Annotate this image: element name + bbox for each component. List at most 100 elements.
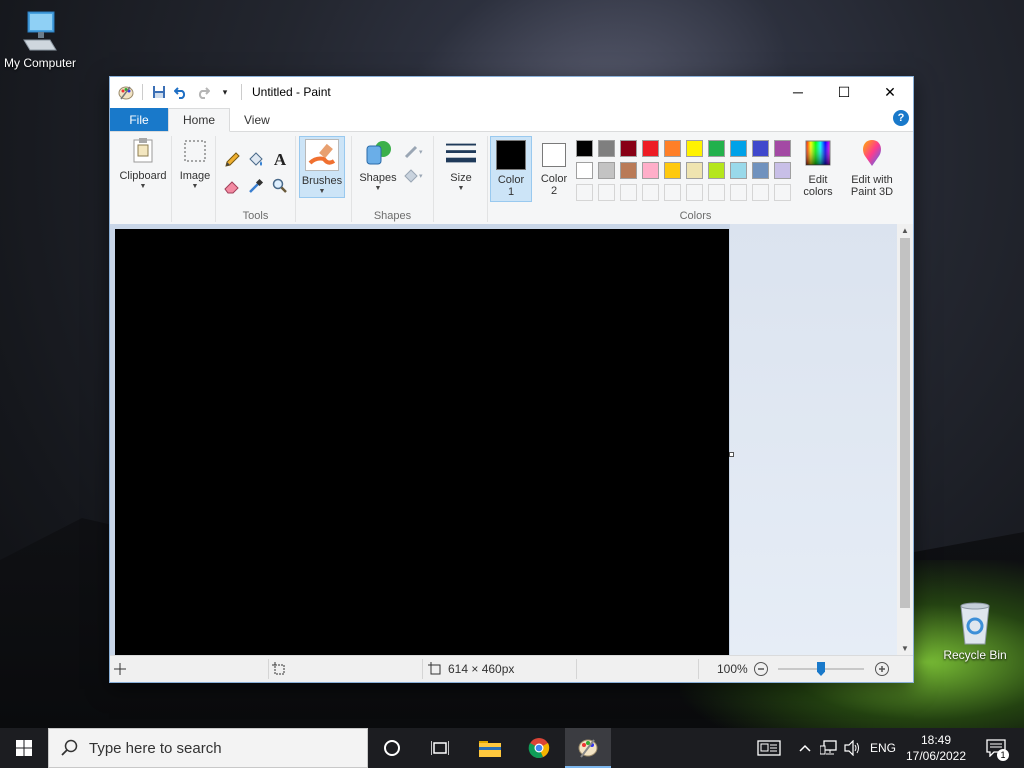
image-button[interactable]: Image ▼ <box>176 136 214 218</box>
status-divider <box>698 659 699 679</box>
size-label: Size <box>450 172 472 184</box>
tab-home[interactable]: Home <box>168 108 231 132</box>
desktop-icon-recycle-bin[interactable]: Recycle Bin <box>935 602 1015 662</box>
resize-handle-right[interactable] <box>729 452 734 457</box>
tab-file[interactable]: File <box>110 108 168 131</box>
minimize-button[interactable]: ─ <box>775 77 821 107</box>
chevron-down-icon: ▼ <box>191 183 199 190</box>
palette-color-swatch[interactable] <box>686 162 703 179</box>
palette-custom-swatch[interactable] <box>752 184 769 201</box>
palette-color-swatch[interactable] <box>598 140 615 157</box>
palette-color-swatch[interactable] <box>576 140 593 157</box>
palette-custom-swatch[interactable] <box>576 184 593 201</box>
palette-color-swatch[interactable] <box>730 140 747 157</box>
palette-custom-swatch[interactable] <box>774 184 791 201</box>
action-center-button[interactable]: 1 <box>976 728 1016 768</box>
volume-button[interactable] <box>842 728 864 768</box>
edit-colors-label-line1: Edit <box>808 174 828 186</box>
palette-color-swatch[interactable] <box>664 140 681 157</box>
palette-color-swatch[interactable] <box>752 162 769 179</box>
title-bar[interactable]: ▾ Untitled - Paint ─ ☐ ✕ <box>110 77 913 107</box>
palette-color-swatch[interactable] <box>642 162 659 179</box>
cortana-button[interactable] <box>370 728 414 768</box>
vertical-scrollbar[interactable]: ▲ ▼ <box>897 224 913 656</box>
palette-color-swatch[interactable] <box>620 162 637 179</box>
edit-colors-button[interactable]: Edit colors <box>798 136 838 202</box>
color-picker-icon[interactable] <box>246 176 266 196</box>
zoom-slider[interactable] <box>778 656 864 682</box>
canvas-size: 614 × 460px <box>428 656 514 682</box>
zoom-out-button[interactable] <box>753 656 769 682</box>
fill-icon[interactable]: ▾ <box>402 166 426 186</box>
eraser-icon[interactable] <box>222 176 242 196</box>
magnifier-icon[interactable] <box>270 176 290 196</box>
palette-custom-swatch[interactable] <box>730 184 747 201</box>
tab-view[interactable]: View <box>230 108 284 131</box>
palette-color-swatch[interactable] <box>686 140 703 157</box>
input-language[interactable]: ENG <box>868 728 898 768</box>
start-button[interactable] <box>0 728 48 768</box>
palette-color-swatch[interactable] <box>620 140 637 157</box>
palette-custom-swatch[interactable] <box>686 184 703 201</box>
paint-app-icon[interactable] <box>116 82 136 102</box>
help-button[interactable]: ? <box>893 110 909 126</box>
palette-custom-swatch[interactable] <box>620 184 637 201</box>
chevron-down-icon: ▼ <box>318 188 326 195</box>
redo-icon[interactable] <box>193 82 213 102</box>
scrollbar-thumb[interactable] <box>900 238 910 608</box>
scroll-down-icon[interactable]: ▼ <box>897 642 913 656</box>
customize-toolbar-chevron-icon[interactable]: ▾ <box>215 82 235 102</box>
fill-bucket-icon[interactable] <box>246 150 266 170</box>
palette-color-swatch[interactable] <box>708 162 725 179</box>
palette-color-swatch[interactable] <box>774 162 791 179</box>
color2-button[interactable]: Color 2 <box>534 136 574 202</box>
brushes-button[interactable]: Brushes ▼ <box>299 136 345 198</box>
news-widget-button[interactable] <box>754 728 784 768</box>
search-icon <box>61 739 78 756</box>
canvas-size-icon <box>428 662 441 675</box>
scroll-up-icon[interactable]: ▲ <box>897 224 913 238</box>
desktop-icon-my-computer[interactable]: My Computer <box>0 10 80 70</box>
show-hidden-icons-button[interactable] <box>796 728 814 768</box>
chevron-up-icon <box>799 744 811 752</box>
close-button[interactable]: ✕ <box>867 77 913 107</box>
chrome-button[interactable] <box>517 728 561 768</box>
palette-custom-swatch[interactable] <box>598 184 615 201</box>
text-tool-icon[interactable]: A <box>270 150 290 170</box>
undo-icon[interactable] <box>171 82 191 102</box>
palette-color-swatch[interactable] <box>774 140 791 157</box>
palette-color-swatch[interactable] <box>598 162 615 179</box>
task-view-button[interactable] <box>418 728 462 768</box>
paint-taskbar-button[interactable] <box>565 728 611 768</box>
paint3d-label-line1: Edit with <box>851 174 893 186</box>
maximize-button[interactable]: ☐ <box>821 77 867 107</box>
palette-color-swatch[interactable] <box>664 162 681 179</box>
palette-color-swatch[interactable] <box>730 162 747 179</box>
zoom-in-button[interactable] <box>874 656 890 682</box>
palette-color-swatch[interactable] <box>576 162 593 179</box>
clipboard-button[interactable]: Clipboard ▼ <box>116 136 170 218</box>
size-button[interactable]: Size ▼ <box>438 136 484 198</box>
color1-button[interactable]: Color 1 <box>490 136 532 202</box>
canvas-area[interactable] <box>110 224 899 656</box>
taskbar-search-box[interactable]: Type here to search <box>48 728 368 768</box>
zoom-slider-thumb[interactable] <box>817 662 825 676</box>
palette-custom-swatch[interactable] <box>664 184 681 201</box>
save-icon[interactable] <box>149 82 169 102</box>
palette-color-swatch[interactable] <box>752 140 769 157</box>
chevron-down-icon: ▼ <box>139 183 147 190</box>
edit-with-paint3d-button[interactable]: Edit with Paint 3D <box>844 136 900 202</box>
palette-custom-swatch[interactable] <box>708 184 725 201</box>
desktop-icon-label: Recycle Bin <box>943 648 1007 662</box>
shapes-button[interactable]: Shapes ▼ <box>356 136 400 198</box>
network-button[interactable] <box>818 728 840 768</box>
pencil-icon[interactable] <box>222 150 242 170</box>
drawing-canvas[interactable] <box>115 229 729 656</box>
clock[interactable]: 18:49 17/06/2022 <box>902 728 970 768</box>
palette-color-swatch[interactable] <box>642 140 659 157</box>
palette-color-swatch[interactable] <box>708 140 725 157</box>
paint-icon <box>578 739 598 758</box>
palette-custom-swatch[interactable] <box>642 184 659 201</box>
outline-icon[interactable]: ▾ <box>402 142 426 162</box>
file-explorer-button[interactable] <box>468 728 512 768</box>
